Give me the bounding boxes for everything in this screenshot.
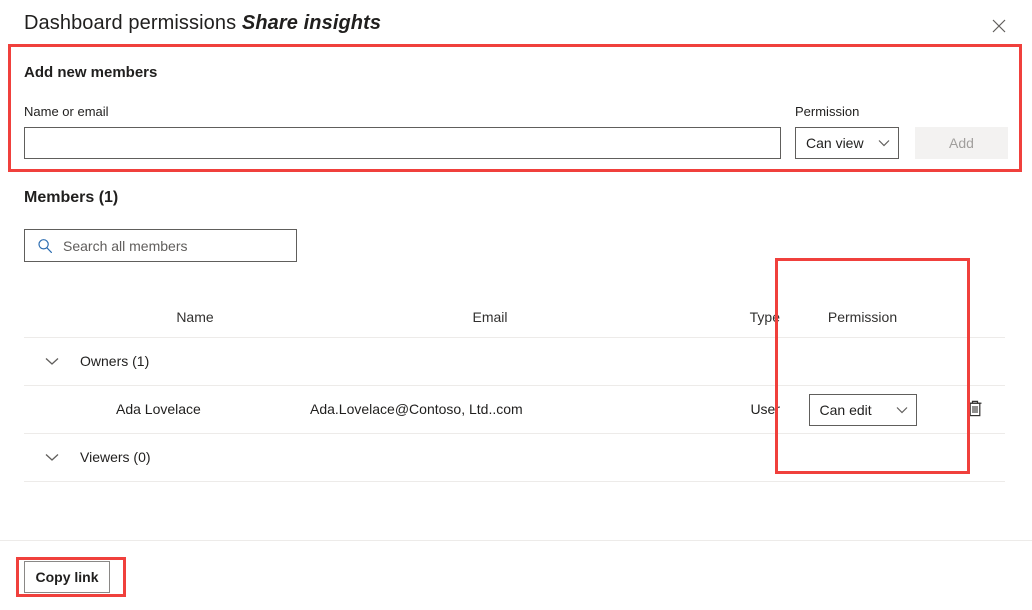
name-or-email-input[interactable] <box>24 127 781 159</box>
close-button[interactable] <box>983 10 1015 42</box>
group-row-owners[interactable]: Owners (1) <box>24 338 1005 386</box>
expand-toggle-viewers[interactable] <box>24 446 80 470</box>
column-header-email: Email <box>472 308 508 325</box>
column-header-name: Name <box>176 308 214 325</box>
column-header-permission: Permission <box>827 308 898 325</box>
group-label-owners: Owners (1) <box>80 352 150 369</box>
page-title-subject: Share insights <box>241 12 382 34</box>
new-permission-value: Can view <box>806 135 864 151</box>
footer-divider <box>0 540 1032 541</box>
member-permission-value: Can edit <box>819 401 872 418</box>
new-permission-label: Permission <box>795 104 860 119</box>
add-new-members-section: Add new members Name or email Permission… <box>0 48 1032 176</box>
members-table: Name Email Type Permission Owners (1) Ad… <box>24 296 1005 482</box>
group-row-viewers[interactable]: Viewers (0) <box>24 434 1005 482</box>
chevron-down-icon <box>878 139 890 147</box>
search-all-members-input[interactable] <box>63 237 288 254</box>
trash-icon <box>966 399 984 421</box>
member-permission-dropdown[interactable]: Can edit <box>808 393 917 426</box>
group-label-viewers: Viewers (0) <box>80 448 151 465</box>
table-row[interactable]: Ada Lovelace Ada.Lovelace@Contoso, Ltd..… <box>24 386 1005 434</box>
members-table-header: Name Email Type Permission <box>24 296 1005 338</box>
add-button[interactable]: Add <box>915 127 1008 159</box>
search-all-members-box[interactable] <box>24 229 297 262</box>
add-new-members-heading: Add new members <box>24 64 158 81</box>
name-or-email-label: Name or email <box>24 104 109 119</box>
copy-link-button[interactable]: Copy link <box>24 561 110 593</box>
page-title-main: Dashboard permissions <box>24 12 237 34</box>
close-icon <box>992 19 1006 33</box>
delete-member-button[interactable] <box>961 396 989 424</box>
page-title: Dashboard permissions Share insights <box>24 12 381 35</box>
member-type: User <box>750 400 780 417</box>
panel-header: Dashboard permissions Share insights <box>0 0 1032 48</box>
new-permission-dropdown[interactable]: Can view <box>795 127 899 159</box>
search-icon <box>37 238 53 254</box>
member-email: Ada.Lovelace@Contoso, Ltd..com <box>310 400 523 417</box>
column-header-type: Type <box>749 308 780 325</box>
chevron-down-icon[interactable] <box>40 350 64 374</box>
members-heading: Members (1) <box>24 189 119 206</box>
chevron-down-icon[interactable] <box>40 446 64 470</box>
member-name: Ada Lovelace <box>116 400 201 417</box>
expand-toggle-owners[interactable] <box>24 350 80 374</box>
chevron-down-icon <box>896 406 908 414</box>
